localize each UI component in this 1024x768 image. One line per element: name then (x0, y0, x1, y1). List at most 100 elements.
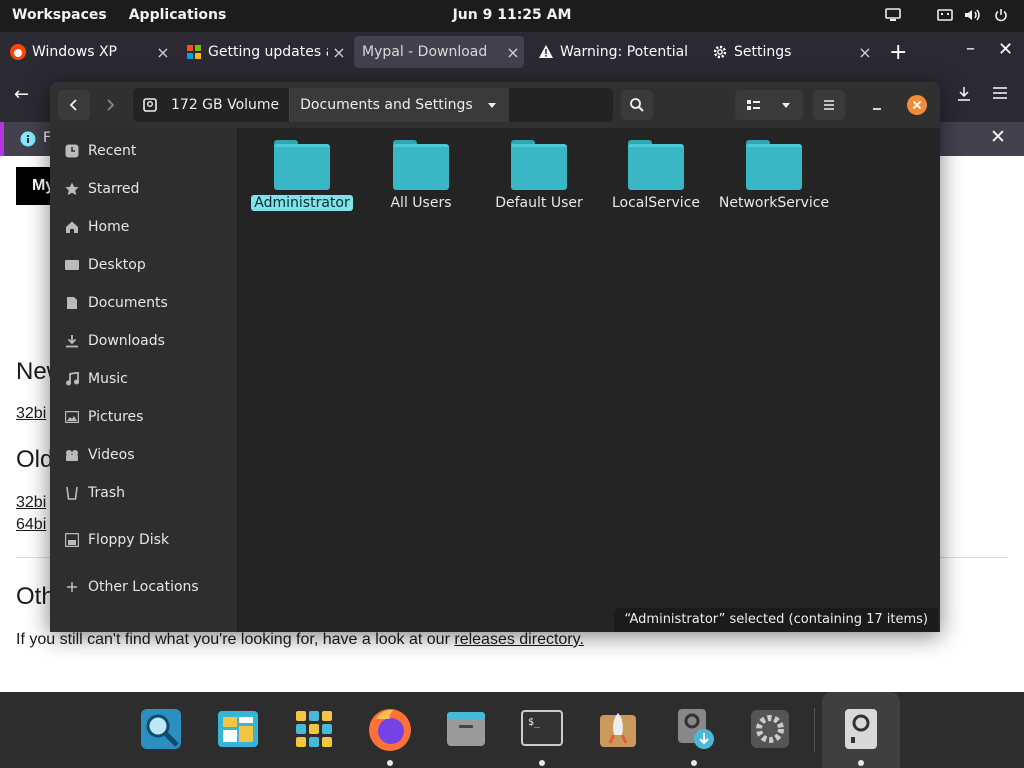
dock-settings-app[interactable] (745, 704, 795, 754)
tab-mypal-download[interactable]: Mypal - Download × (354, 36, 524, 68)
chevron-down-icon[interactable] (781, 101, 791, 109)
sidebar-item-starred[interactable]: Starred (50, 174, 238, 204)
link-32bit-new[interactable]: 32bi (16, 405, 46, 423)
close-icon (907, 95, 927, 115)
close-window-button[interactable] (901, 90, 933, 120)
view-toggle-button[interactable] (735, 90, 803, 120)
running-indicator (539, 760, 545, 766)
close-icon[interactable]: × (854, 43, 876, 62)
folder-item[interactable]: All Users (362, 140, 480, 211)
folder-item[interactable]: Default User (480, 140, 598, 211)
sidebar-item-trash[interactable]: Trash (50, 478, 238, 508)
sidebar-item-home[interactable]: Home (50, 212, 238, 242)
tab-windows-xp[interactable]: Windows XP × (2, 36, 174, 68)
sidebar-item-recent[interactable]: Recent (50, 136, 238, 166)
chevron-down-icon[interactable] (487, 101, 497, 109)
windows-flag-icon (186, 44, 202, 60)
folder-icon (393, 140, 449, 190)
dock-firefox-app[interactable] (365, 704, 415, 766)
sidebar-item-pictures[interactable]: Pictures (50, 402, 238, 432)
gear-icon (751, 710, 789, 748)
search-button[interactable] (621, 90, 653, 120)
forward-button[interactable] (94, 90, 126, 120)
new-tab-button[interactable]: + (889, 40, 907, 65)
link-32bit-old[interactable]: 32bi (16, 494, 46, 512)
close-infobar-icon[interactable]: ✕ (990, 126, 1006, 148)
dock-disk-app[interactable] (836, 704, 886, 766)
sidebar-item-label: Trash (88, 485, 125, 501)
tab-settings[interactable]: Settings × (704, 36, 876, 68)
dock-multitasking-app[interactable] (213, 704, 263, 754)
info-icon (20, 131, 36, 151)
releases-directory-link[interactable]: releases directory. (454, 631, 584, 648)
dock-search-app[interactable] (136, 704, 186, 754)
dock-installer-app[interactable] (669, 704, 719, 766)
dock-terminal-app[interactable]: $_ (517, 704, 567, 766)
link-64bit-old[interactable]: 64bi (16, 516, 46, 534)
folder-icon (628, 140, 684, 190)
sidebar-item-documents[interactable]: Documents (50, 288, 238, 318)
file-manager-window: 172 GB Volume Documents and Settings Rec (50, 82, 940, 632)
download-icon[interactable] (956, 86, 972, 106)
close-icon[interactable]: × (328, 43, 350, 62)
sidebar-item-desktop[interactable]: Desktop (50, 250, 238, 280)
document-icon (64, 295, 80, 311)
minimize-button[interactable]: – (966, 38, 975, 59)
volume-icon[interactable] (964, 6, 982, 24)
dock-launcher-app[interactable] (593, 704, 643, 754)
path-bar[interactable]: 172 GB Volume Documents and Settings (133, 88, 613, 122)
selection-status: “Administrator” selected (containing 17 … (614, 608, 938, 632)
sidebar-item-music[interactable]: Music (50, 364, 238, 394)
running-indicator (858, 760, 864, 766)
sidebar-item-other-locations[interactable]: Other Locations (50, 572, 238, 602)
power-icon[interactable] (992, 6, 1010, 24)
sidebar-item-label: Starred (88, 181, 140, 197)
windows-overview-icon (218, 711, 258, 747)
folder-item[interactable]: LocalService (597, 140, 715, 211)
back-button[interactable] (58, 90, 90, 120)
sidebar-item-downloads[interactable]: Downloads (50, 326, 238, 356)
sidebar-item-label: Pictures (88, 409, 144, 425)
clock[interactable]: Jun 9 11:25 AM (453, 7, 572, 23)
close-window-button[interactable]: ✕ (998, 39, 1013, 60)
keyboard-icon[interactable] (936, 6, 954, 24)
top-panel: Workspaces Applications Jun 9 11:25 AM (0, 0, 1024, 32)
tab-getting-updates[interactable]: Getting updates an × (178, 36, 350, 68)
sidebar-item-videos[interactable]: Videos (50, 440, 238, 470)
folder-item[interactable]: Administrator (243, 140, 361, 211)
close-icon[interactable]: × (152, 43, 174, 62)
folder-label: All Users (390, 195, 452, 211)
infobar-accent (0, 122, 4, 156)
minimize-window-button[interactable] (861, 90, 893, 120)
running-indicator (691, 760, 697, 766)
terminal-icon: $_ (521, 710, 563, 746)
sidebar-item-label: Downloads (88, 333, 165, 349)
sidebar-item-label: Recent (88, 143, 137, 159)
magnifier-icon (141, 709, 181, 749)
places-sidebar: Recent Starred Home Desktop Documents Do… (50, 128, 238, 632)
tab-title: Warning: Potential (560, 44, 689, 60)
main-menu-button[interactable] (813, 90, 845, 120)
breadcrumb-label: Documents and Settings (300, 97, 473, 113)
sidebar-item-floppy-disk[interactable]: Floppy Disk (50, 525, 238, 555)
hamburger-menu-icon (824, 100, 834, 110)
floppy-icon (64, 532, 80, 548)
tab-warning[interactable]: Warning: Potential (530, 36, 702, 68)
sidebar-item-label: Videos (88, 447, 135, 463)
workspaces-button[interactable]: Workspaces (12, 7, 107, 23)
warning-icon (538, 44, 554, 60)
applications-button[interactable]: Applications (129, 7, 227, 23)
close-icon[interactable]: × (502, 43, 524, 62)
browser-tab-strip: Windows XP × Getting updates an × Mypal … (0, 32, 1024, 72)
hamburger-menu-icon[interactable] (992, 86, 1008, 104)
dock-app-grid[interactable] (289, 704, 339, 754)
folder-item[interactable]: NetworkService (715, 140, 833, 211)
breadcrumb-volume[interactable]: 172 GB Volume (133, 88, 289, 122)
back-arrow-icon[interactable]: ← (14, 84, 29, 105)
folder-view[interactable]: Administrator All Users Default User Loc… (239, 128, 940, 632)
dock-files-app[interactable] (441, 704, 491, 754)
plus-icon (64, 579, 80, 595)
display-icon[interactable] (884, 6, 902, 24)
breadcrumb-documents-and-settings[interactable]: Documents and Settings (289, 88, 509, 122)
file-cabinet-icon (447, 712, 485, 746)
